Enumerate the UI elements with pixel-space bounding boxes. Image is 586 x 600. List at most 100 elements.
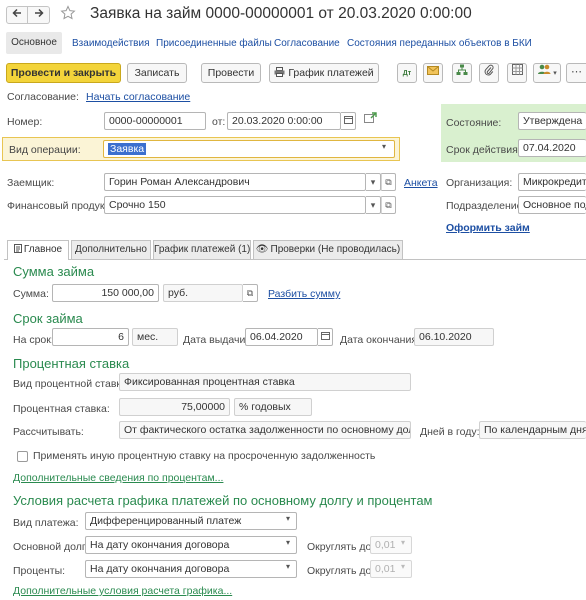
operation-select[interactable]: Заявка <box>103 140 395 158</box>
open-icon: ⧉ <box>246 288 254 298</box>
grid-button[interactable] <box>507 63 527 83</box>
nav-tab-approval[interactable]: Согласование <box>274 38 340 49</box>
more-button[interactable]: ⋯ <box>566 63 586 83</box>
rate-type-label: Вид процентной ставки: <box>13 378 130 390</box>
chevron-down-icon: ▾ <box>370 177 376 187</box>
overdue-rate-checkbox[interactable] <box>17 451 28 462</box>
window-title: Заявка на займ 0000-00000001 от 20.03.20… <box>90 5 472 22</box>
end-date-label: Дата окончания: <box>340 334 420 346</box>
rate-label: Процентная ставка: <box>13 403 110 415</box>
extra-rate-info-link[interactable]: Дополнительные сведения по процентам... <box>13 472 223 484</box>
organization-field[interactable]: Микрокредитна <box>518 173 586 191</box>
arrow-right-icon <box>34 8 44 18</box>
split-sum-link[interactable]: Разбить сумму <box>268 288 340 300</box>
tab-additional[interactable]: Дополнительно <box>71 240 151 259</box>
overdue-rate-label[interactable]: Применять иную процентную ставку на прос… <box>33 450 375 462</box>
favorite-button[interactable] <box>58 5 78 25</box>
days-field: По календарным дням ( <box>479 421 586 439</box>
dt-kt-button[interactable]: Дт <box>397 63 417 83</box>
interest-label: Проценты: <box>13 565 66 577</box>
issue-loan-link[interactable]: Оформить займ <box>446 222 530 234</box>
rate-title: Процентная ставка <box>13 356 130 371</box>
more-icon: ⋯ <box>571 66 582 78</box>
number-label: Номер: <box>7 116 43 128</box>
rate-field: 75,00000 <box>119 398 230 416</box>
number-field[interactable]: 0000-00000001 <box>104 112 206 130</box>
users-button[interactable]: ▾ <box>533 63 561 83</box>
calendar-button[interactable] <box>341 112 356 130</box>
post-button[interactable]: Провести <box>201 63 261 83</box>
grid-icon <box>511 64 523 75</box>
division-field[interactable]: Основное подр <box>518 196 586 214</box>
extra-schedule-link[interactable]: Дополнительные условия расчета графика..… <box>13 585 232 597</box>
forward-button[interactable] <box>28 6 50 24</box>
document-icon <box>13 244 22 253</box>
currency-open-button[interactable]: ⧉ <box>243 284 258 302</box>
nav-tab-bki-states[interactable]: Состояния переданных объектов в БКИ <box>347 38 532 49</box>
issue-calendar-button[interactable] <box>318 328 333 346</box>
envelope-icon <box>427 66 439 75</box>
inner-tabs-line <box>4 259 586 260</box>
save-button[interactable]: Записать <box>127 63 187 83</box>
product-field[interactable]: Срочно 150 <box>104 196 366 214</box>
envelope-button[interactable] <box>423 63 443 83</box>
interest-chevron-icon[interactable]: ▾ <box>286 562 290 571</box>
paperclip-icon <box>484 64 494 76</box>
calc-field: От фактического остатка задолженности по… <box>119 421 411 439</box>
principal-select[interactable]: На дату окончания договора <box>85 536 297 554</box>
questionnaire-link[interactable]: Анкета <box>404 177 438 189</box>
operation-label: Вид операции: <box>9 144 81 156</box>
operation-chevron-icon[interactable]: ▾ <box>382 142 386 151</box>
borrower-dropdown-button[interactable]: ▾ <box>366 173 381 191</box>
borrower-field[interactable]: Горин Роман Александрович <box>104 173 366 191</box>
arrow-left-icon <box>12 8 21 18</box>
eye-icon: 👁 <box>255 244 269 255</box>
borrower-open-button[interactable]: ⧉ <box>381 173 396 191</box>
open-icon: ⧉ <box>385 200 392 210</box>
principal-chevron-icon[interactable]: ▾ <box>286 538 290 547</box>
chevron-down-icon: ▾ <box>553 70 557 77</box>
date-field[interactable]: 20.03.2020 0:00:00 <box>227 112 341 130</box>
dt-kt-icon: Дт <box>402 70 412 77</box>
nav-tab-interactions[interactable]: Взаимодействия <box>72 38 150 49</box>
end-date-field: 06.10.2020 <box>414 328 494 346</box>
sum-field[interactable]: 150 000,00 <box>52 284 159 302</box>
product-open-button[interactable]: ⧉ <box>381 196 396 214</box>
calendar-icon <box>320 332 330 340</box>
structure-button[interactable] <box>452 63 472 83</box>
status-field[interactable]: Утверждена <box>518 112 586 130</box>
refresh-number-button[interactable] <box>364 112 380 128</box>
payment-type-select[interactable]: Дифференцированный платеж <box>85 512 297 530</box>
product-dropdown-button[interactable]: ▾ <box>366 196 381 214</box>
start-approval-link[interactable]: Начать согласование <box>86 91 190 103</box>
validity-field[interactable]: 07.04.2020 <box>518 139 586 157</box>
back-button[interactable] <box>6 6 28 24</box>
nav-tab-main[interactable]: Основное <box>6 32 62 54</box>
interest-select[interactable]: На дату окончания договора <box>85 560 297 578</box>
issue-date-label: Дата выдачи: <box>183 334 249 346</box>
round-label: Округлять до: <box>307 541 375 553</box>
tab-payment-schedule[interactable]: График платежей (1) <box>153 240 251 259</box>
tab-checks[interactable]: 👁 Проверки (Не проводилась) <box>253 240 403 259</box>
post-and-close-button[interactable]: Провести и закрыть <box>6 63 121 83</box>
term-unit-field: мес. <box>132 328 178 346</box>
term-field[interactable]: 6 <box>52 328 129 346</box>
principal-label: Основной долг: <box>13 541 89 553</box>
round-chevron-icon: ▾ <box>401 538 406 547</box>
schedule-title: Условия расчета графика платежей по осно… <box>13 493 433 508</box>
nav-tab-attached-files[interactable]: Присоединенные файлы <box>156 38 272 49</box>
round2-chevron-icon: ▾ <box>401 562 406 571</box>
star-icon <box>60 5 76 20</box>
term-label: На срок: <box>13 334 54 346</box>
payment-schedule-button[interactable]: График платежей <box>269 63 379 83</box>
division-label: Подразделение: <box>446 200 526 212</box>
rate-unit-field: % годовых <box>234 398 312 416</box>
round2-select: 0,01 <box>370 560 412 578</box>
attach-button[interactable] <box>479 63 499 83</box>
payment-type-chevron-icon[interactable]: ▾ <box>286 514 290 523</box>
tab-main[interactable]: Главное <box>7 240 69 260</box>
product-label: Финансовый продукт: <box>7 200 113 212</box>
calendar-icon <box>343 116 353 124</box>
issue-date-field[interactable]: 06.04.2020 <box>245 328 318 346</box>
approval-label: Согласование: <box>7 91 79 103</box>
